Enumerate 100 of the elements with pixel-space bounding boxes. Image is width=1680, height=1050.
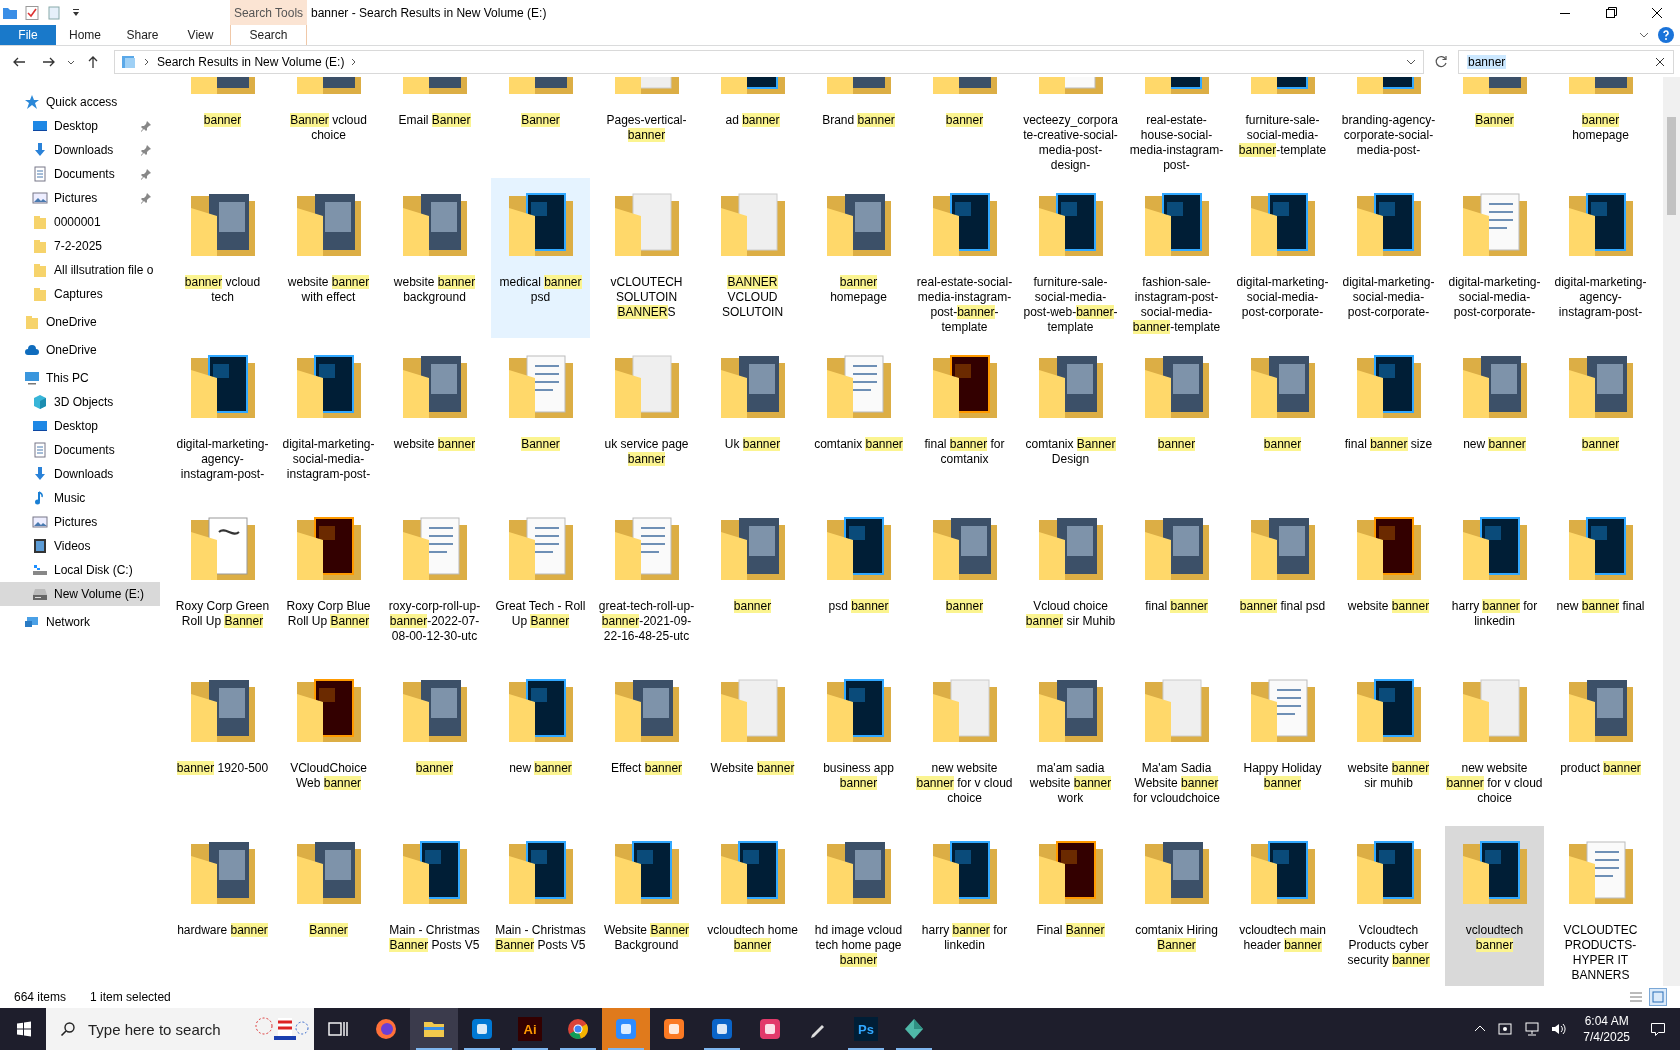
windows-logo-icon[interactable] — [16, 1021, 32, 1037]
taskbar-button[interactable] — [410, 1008, 458, 1050]
folder-item[interactable]: vcloudtech banner — [1445, 826, 1544, 986]
folder-item[interactable]: banner — [1127, 340, 1226, 500]
folder-item[interactable]: digital-marketing-social-media-post-corporate- — [1445, 178, 1544, 338]
folder-item[interactable]: fashion-sale-instagram-post-social-media- banner-template — [1127, 178, 1226, 338]
pin-icon[interactable] — [140, 120, 152, 132]
nav-item[interactable]: 7-2-2025 — [0, 234, 160, 258]
folder-item[interactable]: banner — [703, 502, 802, 662]
folder-item[interactable]: Brand banner — [809, 77, 908, 176]
folder-item[interactable]: real-estate-social-media-instagram-post-banner-template — [915, 178, 1014, 338]
folder-item[interactable]: comtanix Hiring Banner — [1127, 826, 1226, 986]
folder-item[interactable]: vCLOUTECH SOLUTOIN BANNERS — [597, 178, 696, 338]
folder-item[interactable]: new website banner for v cloud choice — [1445, 664, 1544, 824]
folder-item[interactable]: Website Banner Background — [597, 826, 696, 986]
nav-item[interactable]: Local Disk (C:) — [0, 558, 160, 582]
folder-item[interactable]: banner — [1551, 340, 1650, 500]
nav-item[interactable]: Quick access — [0, 90, 160, 114]
folder-item[interactable]: digital-marketing-social-media-post-corporate- — [1233, 178, 1332, 338]
nav-item[interactable]: Documents — [0, 162, 160, 186]
folder-item[interactable]: Vcloudtech Products cyber security banner — [1339, 826, 1438, 986]
folder-item[interactable]: banner — [173, 77, 272, 176]
checklist-icon[interactable] — [24, 4, 40, 21]
pin-icon[interactable] — [140, 192, 152, 204]
nav-item[interactable]: All illsutration file o — [0, 258, 160, 282]
taskbar-search-field[interactable]: Type here to search — [46, 1008, 314, 1050]
folder-item[interactable]: website banner with effect — [279, 178, 378, 338]
help-icon[interactable] — [1658, 27, 1674, 43]
nav-item[interactable]: Videos — [0, 534, 160, 558]
address-path[interactable]: Search Results in New Volume (E:) — [157, 54, 345, 69]
folder-item[interactable]: digital-marketing-social-media-post-corporate- — [1339, 178, 1438, 338]
folder-item[interactable]: banner — [915, 502, 1014, 662]
folder-item[interactable]: uk service page banner — [597, 340, 696, 500]
folder-item[interactable]: digital-marketing-social-media-instagram-post- — [279, 340, 378, 500]
nav-item[interactable]: Music — [0, 486, 160, 510]
folder-item[interactable]: Final Banner — [1021, 826, 1120, 986]
folder-item[interactable]: ad banner — [703, 77, 802, 176]
folder-item[interactable]: digital-marketing-agency-instagram-post- — [173, 340, 272, 500]
folder-item[interactable]: Uk banner — [703, 340, 802, 500]
folder-item[interactable]: medical banner psd — [491, 178, 590, 338]
notification-icon[interactable] — [1650, 1021, 1666, 1037]
nav-item[interactable]: OneDrive — [0, 338, 160, 362]
scrollbar-thumb[interactable] — [1667, 117, 1676, 215]
folder-item[interactable]: business app banner — [809, 664, 908, 824]
folder-item[interactable]: Ma'am Sadia Website banner for vcloudchoice — [1127, 664, 1226, 824]
network-icon[interactable] — [1524, 1021, 1541, 1037]
folder-item[interactable]: final banner — [1127, 502, 1226, 662]
folder-item[interactable]: Main - Christmas Banner Posts V5 — [491, 826, 590, 986]
refresh-icon[interactable] — [1433, 53, 1449, 70]
folder-item[interactable]: new banner final — [1551, 502, 1650, 662]
folder-item[interactable]: BANNER VCLOUD SOLUTOIN — [703, 178, 802, 338]
folder-item[interactable]: Email Banner — [385, 77, 484, 176]
clock-time[interactable]: 6:04 AM — [1584, 1013, 1629, 1029]
nav-item[interactable]: Documents — [0, 438, 160, 462]
folder-item[interactable]: Banner — [491, 340, 590, 500]
folder-item[interactable]: vecteezy_corporate-creative-social-media-post-design- — [1021, 77, 1120, 176]
folder-item[interactable]: new banner — [491, 664, 590, 824]
address-bar[interactable]: Search Results in New Volume (E:) — [114, 49, 1424, 74]
pin-icon[interactable] — [140, 144, 152, 156]
folder-item[interactable]: real-estate-house-social-media-instagram-post- — [1127, 77, 1226, 176]
nav-item[interactable]: 3D Objects — [0, 390, 160, 414]
folder-item[interactable]: banner 1920-500 — [173, 664, 272, 824]
folder-item[interactable]: furniture-sale-social-media-post-web-banner-template — [1021, 178, 1120, 338]
folder-item[interactable]: banner — [1233, 340, 1332, 500]
pin-icon[interactable] — [140, 168, 152, 180]
folder-item[interactable]: Website banner — [703, 664, 802, 824]
folder-item[interactable]: final banner size — [1339, 340, 1438, 500]
folder-item[interactable]: Banner — [279, 826, 378, 986]
nav-item[interactable]: Pictures — [0, 510, 160, 534]
folder-item[interactable]: vcloudtech home banner — [703, 826, 802, 986]
nav-item[interactable]: Downloads — [0, 462, 160, 486]
taskbar-button[interactable]: Ps — [842, 1008, 890, 1050]
folder-item[interactable]: great-tech-roll-up- banner-2021-09-22-16-48-25-utc — [597, 502, 696, 662]
folder-item[interactable]: banner homepage — [809, 178, 908, 338]
folder-item[interactable]: Roxy Corp Blue Roll Up Banner — [279, 502, 378, 662]
folder-item[interactable]: banner vcloud tech — [173, 178, 272, 338]
folder-item[interactable]: hardware banner — [173, 826, 272, 986]
nav-item[interactable]: Desktop — [0, 114, 160, 138]
folder-item[interactable]: website banner — [385, 340, 484, 500]
folder-item[interactable]: website banner — [1339, 502, 1438, 662]
folder-item[interactable]: Great Tech - Roll Up Banner — [491, 502, 590, 662]
folder-item[interactable]: roxy-corp-roll-up- banner-2022-07-08-00-12-30-utc — [385, 502, 484, 662]
folder-item[interactable]: Banner — [1445, 77, 1544, 176]
nav-item[interactable]: 0000001 — [0, 210, 160, 234]
folder-item[interactable]: banner final psd — [1233, 502, 1332, 662]
folder-item[interactable]: furniture-sale-social-media- banner-template — [1233, 77, 1332, 176]
folder-item[interactable]: branding-agency-corporate-social-media-post- — [1339, 77, 1438, 176]
folder-item[interactable]: new website banner for v cloud choice — [915, 664, 1014, 824]
folder-item[interactable]: Pages-vertical- banner — [597, 77, 696, 176]
folder-item[interactable]: vcloudtech main header banner — [1233, 826, 1332, 986]
nav-item[interactable]: New Volume (E:) — [0, 582, 160, 606]
folder-item[interactable]: banner — [915, 77, 1014, 176]
search-field[interactable]: banner — [1458, 49, 1674, 74]
taskbar-button[interactable]: Ai — [506, 1008, 554, 1050]
folder-item[interactable]: Vcloud choice banner sir Muhib — [1021, 502, 1120, 662]
scrollbar[interactable] — [1663, 77, 1680, 986]
nav-item[interactable]: Desktop — [0, 414, 160, 438]
folder-item[interactable]: VCloudChoice Web banner — [279, 664, 378, 824]
folder-item[interactable]: digital-marketing-agency-instagram-post- — [1551, 178, 1650, 338]
folder-item[interactable]: harry banner for linkedin — [915, 826, 1014, 986]
